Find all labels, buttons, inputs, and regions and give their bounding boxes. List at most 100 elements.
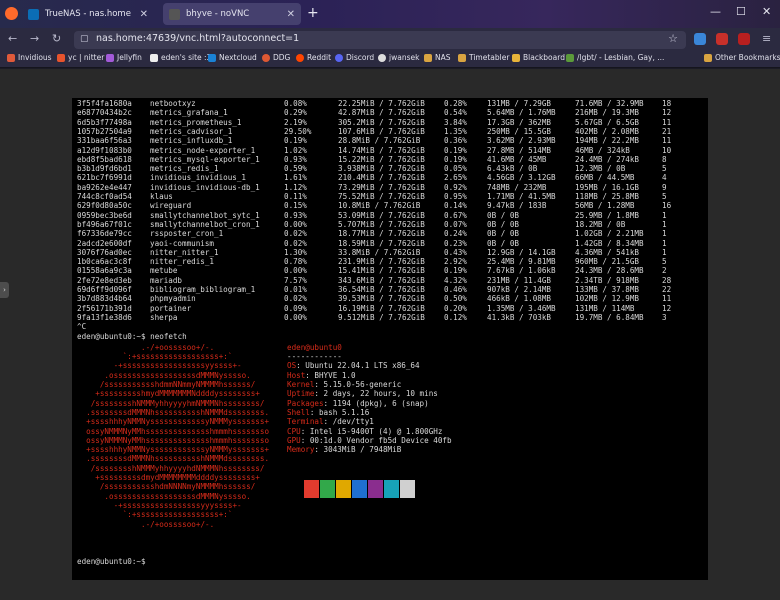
bookmark-star-icon[interactable]: ☆ xyxy=(668,32,678,45)
blackboard-icon xyxy=(512,53,520,62)
tab-truenas[interactable]: TrueNAS - nas.home ✕ xyxy=(22,3,154,25)
stats-cell: metrics_redis_1 xyxy=(150,164,219,174)
stats-cell: 18 xyxy=(662,99,672,108)
stats-cell: portainer xyxy=(150,303,192,313)
bookmark-lgbt[interactable]: /lgbt/ - Lesbian, Gay, ... xyxy=(566,53,664,62)
stats-cell: 28.8MiB / 7.762GiB xyxy=(338,136,421,146)
stats-cell: 343.6MiB / 7.762GiB xyxy=(338,275,425,285)
bookmark-discord[interactable]: Discord xyxy=(335,53,374,62)
stats-cell: 210.4MiB / 7.762GiB xyxy=(338,173,425,183)
stats-cell: 6d5b3f77498a xyxy=(77,117,132,127)
bookmark-reddit[interactable]: Reddit xyxy=(296,53,331,62)
neofetch-label: Uptime xyxy=(287,389,315,399)
stats-cell: 466kB / 1.08MB xyxy=(487,294,552,304)
neofetch-colon: : xyxy=(323,417,329,427)
menu-icon[interactable]: ≡ xyxy=(762,32,771,45)
other-bookmarks[interactable]: Other Bookmarks xyxy=(704,53,780,62)
maximize-icon[interactable]: ☐ xyxy=(736,5,746,18)
neofetch-userhost: eden@ubuntu0 xyxy=(287,342,342,352)
stats-cell: 4.32% xyxy=(444,275,467,285)
bookmark-nitter[interactable]: yc | nitter xyxy=(57,53,104,62)
neofetch-value: /dev/tty1 xyxy=(332,417,374,427)
forward-icon[interactable]: → xyxy=(30,32,39,45)
youtube-extension-icon[interactable] xyxy=(716,33,728,45)
back-icon[interactable]: ← xyxy=(8,32,17,45)
stats-cell: 305.2MiB / 7.762GiB xyxy=(338,117,425,127)
stats-cell: metrics_cadvisor_1 xyxy=(150,126,233,136)
ubuntu-ascii-logo-line: /sssssssshNMMMyhhyyyyhmNMMMNhssssssss/ xyxy=(77,398,265,408)
novnc-control-bar-handle[interactable]: › xyxy=(0,282,9,298)
stats-cell: 107.6MiB / 7.762GiB xyxy=(338,126,425,136)
stats-cell: 9.512MiB / 7.762GiB xyxy=(338,312,425,322)
stats-cell: 0.67% xyxy=(444,210,467,220)
ubuntu-ascii-logo-line: ossyNMMMNyMMhsssssssssssssshmmmhssssssso xyxy=(77,435,270,445)
ubuntu-ascii-logo-line: -+sssssssssssssssssyyyssss+- xyxy=(77,500,242,510)
stats-cell: 4.36MB / 541kB xyxy=(575,247,640,257)
stats-cell: 18.59MiB / 7.762GiB xyxy=(338,238,425,248)
stats-cell: 0.50% xyxy=(444,294,467,304)
new-tab-button[interactable]: + xyxy=(307,5,319,21)
stats-cell: 0.02% xyxy=(284,238,307,248)
minimize-icon[interactable]: — xyxy=(710,5,721,18)
stats-cell: 10 xyxy=(662,145,672,155)
stats-cell: 24.3MB / 28.6MB xyxy=(575,266,644,276)
stats-cell: 0.00% xyxy=(284,266,307,276)
stats-cell: 250MB / 15.5GB xyxy=(487,126,552,136)
bookmark-jwansek[interactable]: jwansek xyxy=(378,53,419,62)
firefox-view-icon[interactable] xyxy=(5,7,18,20)
address-bar[interactable]: ▢ nas.home:47639/vnc.html?autoconnect=1 … xyxy=(74,31,686,49)
pocket-icon[interactable] xyxy=(694,33,706,45)
stats-cell: 16.19MiB / 7.762GiB xyxy=(338,303,425,313)
stats-cell: ba9262e4e447 xyxy=(77,182,132,192)
neofetch-colon: : xyxy=(305,370,310,380)
neofetch-value: bash 5.1.16 xyxy=(318,407,370,417)
tab-novnc[interactable]: bhyve - noVNC ✕ xyxy=(163,3,301,25)
bookmark-timetabler[interactable]: Timetabler xyxy=(458,53,509,62)
stats-cell: 0.46% xyxy=(444,285,467,294)
stats-cell: nitter_redis_1 xyxy=(150,257,215,267)
board-icon xyxy=(566,53,574,62)
stats-cell: 1.30% xyxy=(284,247,307,257)
bookmark-blackboard[interactable]: Blackboard xyxy=(512,53,565,62)
page-info-icon[interactable]: ▢ xyxy=(80,34,89,44)
stats-cell: 36.54MiB / 7.762GiB xyxy=(338,285,425,294)
bookmark-nas[interactable]: NAS xyxy=(424,53,451,62)
stats-cell: 960MB / 21.5GB xyxy=(575,257,640,267)
bookmark-invidious[interactable]: Invidious xyxy=(7,53,52,62)
stats-cell: 5 xyxy=(662,164,667,174)
stats-cell: 0.28% xyxy=(444,99,467,108)
site-icon xyxy=(150,53,158,62)
stats-cell: 3f5f4fa1680a xyxy=(77,99,132,108)
stats-cell: 1.42GB / 8.34MB xyxy=(575,238,644,248)
stats-cell: 744c8cf0ad54 xyxy=(77,192,132,201)
close-window-icon[interactable]: ✕ xyxy=(762,5,771,18)
reload-icon[interactable]: ↻ xyxy=(52,32,61,45)
stats-cell: 0.93% xyxy=(284,154,307,164)
url-text[interactable]: nas.home:47639/vnc.html?autoconnect=1 xyxy=(96,33,299,44)
stats-cell: b3b1d9fd6bd1 xyxy=(77,164,132,174)
stats-cell: 1b0ca6ac3c8f xyxy=(77,257,132,267)
ubuntu-ascii-logo-line: .ssssssssdMMMNhsssssssssshNMMMdssssssss. xyxy=(77,454,270,464)
stats-cell: wireguard xyxy=(150,201,192,211)
stats-cell: bf496a67f01c xyxy=(77,219,132,229)
bookmark-nextcloud[interactable]: Nextcloud xyxy=(208,53,257,62)
close-tab-icon[interactable]: ✕ xyxy=(287,9,295,20)
bookmark-jellyfin[interactable]: Jellyfin xyxy=(106,53,142,62)
stats-cell: 0B / 0B xyxy=(487,238,520,248)
ublock-origin-icon[interactable] xyxy=(738,33,750,45)
vnc-viewport[interactable]: › 3f5f4fa1680a netbootxyz 0.08% 22.25MiB / … xyxy=(0,69,780,600)
bookmark-edens-site[interactable]: eden's site :3 xyxy=(150,53,211,62)
stats-cell: 0.14% xyxy=(444,201,467,211)
ubuntu-ascii-logo-line: /ssssssssssshdmNNNNmyNMMMMhssssss/ xyxy=(77,482,256,492)
neofetch-label: GPU xyxy=(287,435,301,445)
prompt-line: eden@ubuntu0:~$ neofetch xyxy=(77,331,187,341)
github-icon xyxy=(378,53,386,62)
close-tab-icon[interactable]: ✕ xyxy=(140,9,148,20)
vnc-terminal-screen[interactable]: 3f5f4fa1680a netbootxyz 0.08% 22.25MiB / 7.… xyxy=(72,98,708,580)
stats-cell: 1 xyxy=(662,247,667,257)
neofetch-value: 3043MiB / 7948MiB xyxy=(323,445,402,455)
stats-cell: 22 xyxy=(662,285,672,294)
stats-cell: 19.7MB / 6.84MB xyxy=(575,312,644,322)
stats-cell: yaoi-communism xyxy=(150,238,215,248)
bookmark-ddg[interactable]: DDG xyxy=(262,53,290,62)
